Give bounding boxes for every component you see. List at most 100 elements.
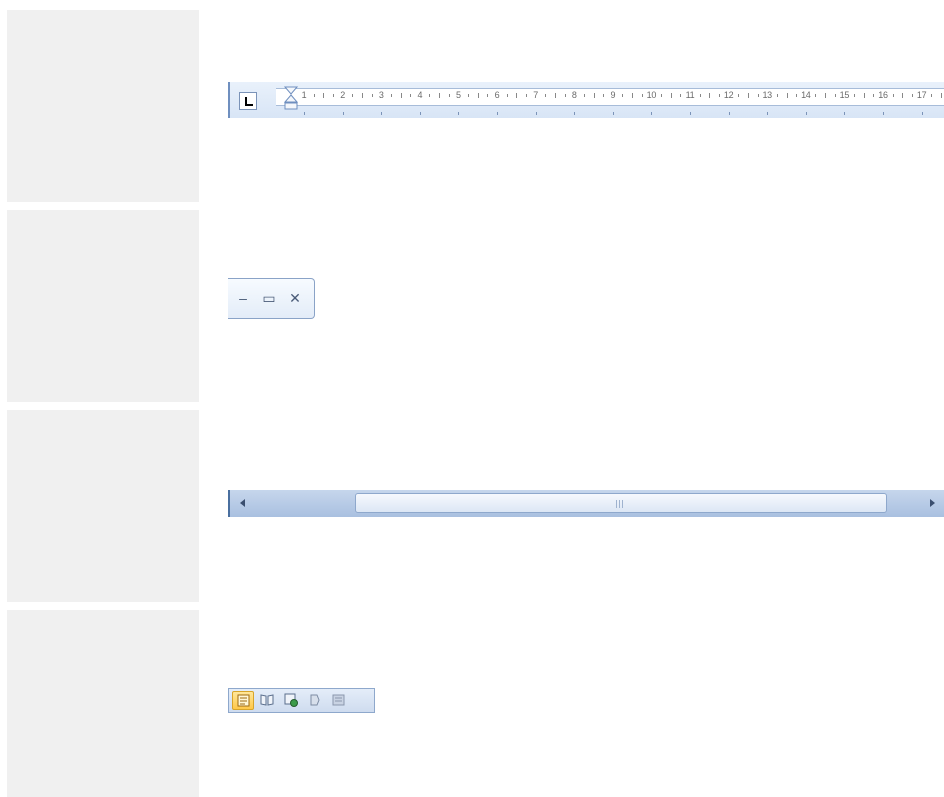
ruler-tick bbox=[796, 94, 798, 97]
ruler-tick bbox=[776, 94, 778, 97]
draft-icon bbox=[332, 694, 345, 706]
ruler-number: 1 bbox=[301, 90, 307, 100]
ruler-tick bbox=[632, 93, 634, 98]
ruler-bottom-tick bbox=[342, 112, 344, 115]
ruler-tick bbox=[747, 93, 749, 98]
ruler-bottom-tick bbox=[728, 112, 730, 115]
full-screen-reading-icon bbox=[260, 694, 274, 706]
ruler-tick bbox=[516, 93, 518, 98]
ruler-number: 2 bbox=[340, 90, 345, 100]
maximize-icon: ▭ bbox=[262, 290, 276, 306]
ruler-bottom-tick bbox=[921, 112, 923, 115]
ruler-tick bbox=[468, 94, 470, 97]
ruler-tick bbox=[352, 94, 354, 97]
ruler-tick bbox=[506, 94, 508, 97]
ruler-tick bbox=[718, 94, 720, 97]
ruler-bottom-tick bbox=[381, 112, 383, 115]
print-layout-icon bbox=[237, 694, 250, 707]
maximize-button[interactable]: ▭ bbox=[258, 287, 280, 309]
ruler-tick bbox=[554, 93, 556, 98]
ruler-bottom-tick bbox=[883, 112, 884, 115]
ruler-number: 10 bbox=[646, 90, 657, 100]
ruler-tick bbox=[699, 94, 701, 97]
hanging-indent-marker-icon[interactable] bbox=[284, 86, 298, 114]
ruler-tick bbox=[603, 94, 605, 97]
preview-placeholder-2 bbox=[7, 210, 199, 402]
ruler-tick bbox=[854, 94, 856, 97]
ruler-tick bbox=[622, 94, 624, 97]
ruler-tick bbox=[323, 93, 325, 98]
ruler-tick bbox=[583, 94, 585, 97]
ruler-tick bbox=[593, 93, 595, 98]
ruler-tick bbox=[390, 94, 392, 97]
ruler-tick bbox=[410, 94, 412, 97]
ruler-tick bbox=[641, 94, 643, 97]
close-icon: ✕ bbox=[289, 290, 301, 306]
minimize-button[interactable]: – bbox=[232, 287, 254, 309]
ruler-bottom-tick bbox=[767, 112, 769, 115]
ruler-tick bbox=[400, 93, 402, 98]
ruler-tick bbox=[863, 93, 865, 98]
ruler-number: 9 bbox=[610, 90, 616, 100]
ruler-bottom-tick bbox=[690, 112, 691, 115]
web-layout-view-button[interactable] bbox=[280, 691, 302, 710]
ruler-tick bbox=[487, 94, 489, 97]
ruler-bottom-tick bbox=[419, 112, 421, 115]
ruler-tick bbox=[332, 94, 334, 97]
outline-view-button[interactable] bbox=[304, 691, 326, 710]
ruler-bottom-tick bbox=[805, 112, 807, 115]
ruler-tick bbox=[825, 93, 827, 98]
ruler-number: 15 bbox=[839, 90, 850, 100]
ruler-number: 4 bbox=[417, 90, 423, 100]
horizontal-ruler[interactable]: 1 2 3 4 5 6 7 8 9 10 11 12 13 14 15 16 17 bbox=[228, 82, 944, 118]
ruler-tick bbox=[738, 94, 740, 97]
outline-icon bbox=[310, 694, 320, 706]
draft-view-button[interactable] bbox=[328, 691, 350, 710]
ruler-bottom-tick bbox=[651, 112, 653, 115]
scroll-thumb[interactable] bbox=[355, 493, 887, 513]
ruler-tick bbox=[902, 93, 904, 98]
ruler-tick bbox=[873, 94, 875, 97]
ruler-bottom-tick bbox=[497, 112, 498, 115]
ruler-tick bbox=[815, 94, 817, 97]
close-button[interactable]: ✕ bbox=[284, 287, 306, 309]
ruler-tick bbox=[371, 94, 373, 97]
ruler-bottom-tick bbox=[574, 112, 576, 115]
ruler-tick bbox=[757, 94, 759, 97]
ruler-tick bbox=[564, 94, 566, 97]
ruler-tick bbox=[661, 94, 663, 97]
horizontal-scrollbar[interactable] bbox=[228, 490, 944, 517]
scroll-left-arrow-icon[interactable] bbox=[240, 499, 245, 507]
ruler-bottom-tick bbox=[304, 112, 305, 115]
ruler-tick bbox=[429, 94, 431, 97]
ruler-number: 6 bbox=[494, 90, 500, 100]
web-layout-icon bbox=[284, 693, 298, 707]
ruler-tick bbox=[313, 94, 315, 97]
preview-placeholder-3 bbox=[7, 410, 199, 602]
ruler-number: 5 bbox=[456, 90, 461, 100]
ruler-tick bbox=[448, 94, 450, 97]
ruler-tick bbox=[670, 93, 672, 98]
ruler-tick bbox=[940, 93, 942, 98]
ruler-bottom-tick bbox=[458, 112, 460, 115]
left-tab-stop-icon bbox=[245, 97, 253, 106]
ruler-tick bbox=[545, 94, 547, 97]
ruler-tick bbox=[439, 93, 441, 98]
ruler-tick bbox=[911, 94, 913, 97]
ruler-bottom-tick bbox=[535, 112, 537, 115]
ruler-number: 12 bbox=[723, 90, 734, 100]
tab-selector-button[interactable] bbox=[239, 92, 257, 110]
ruler-tick bbox=[477, 93, 479, 98]
window-controls: – ▭ ✕ bbox=[228, 278, 315, 319]
ruler-tick bbox=[525, 94, 527, 97]
full-screen-reading-view-button[interactable] bbox=[256, 691, 278, 710]
scroll-right-arrow-icon[interactable] bbox=[930, 499, 935, 507]
print-layout-view-button[interactable] bbox=[232, 691, 254, 710]
ruler-number: 17 bbox=[916, 90, 927, 100]
ruler-number: 13 bbox=[762, 90, 772, 100]
ruler-number: 7 bbox=[533, 90, 538, 100]
view-buttons-bar bbox=[228, 688, 375, 713]
minimize-icon: – bbox=[239, 290, 247, 306]
ruler-tick bbox=[709, 93, 711, 98]
thumb-grip-icon bbox=[616, 500, 625, 508]
